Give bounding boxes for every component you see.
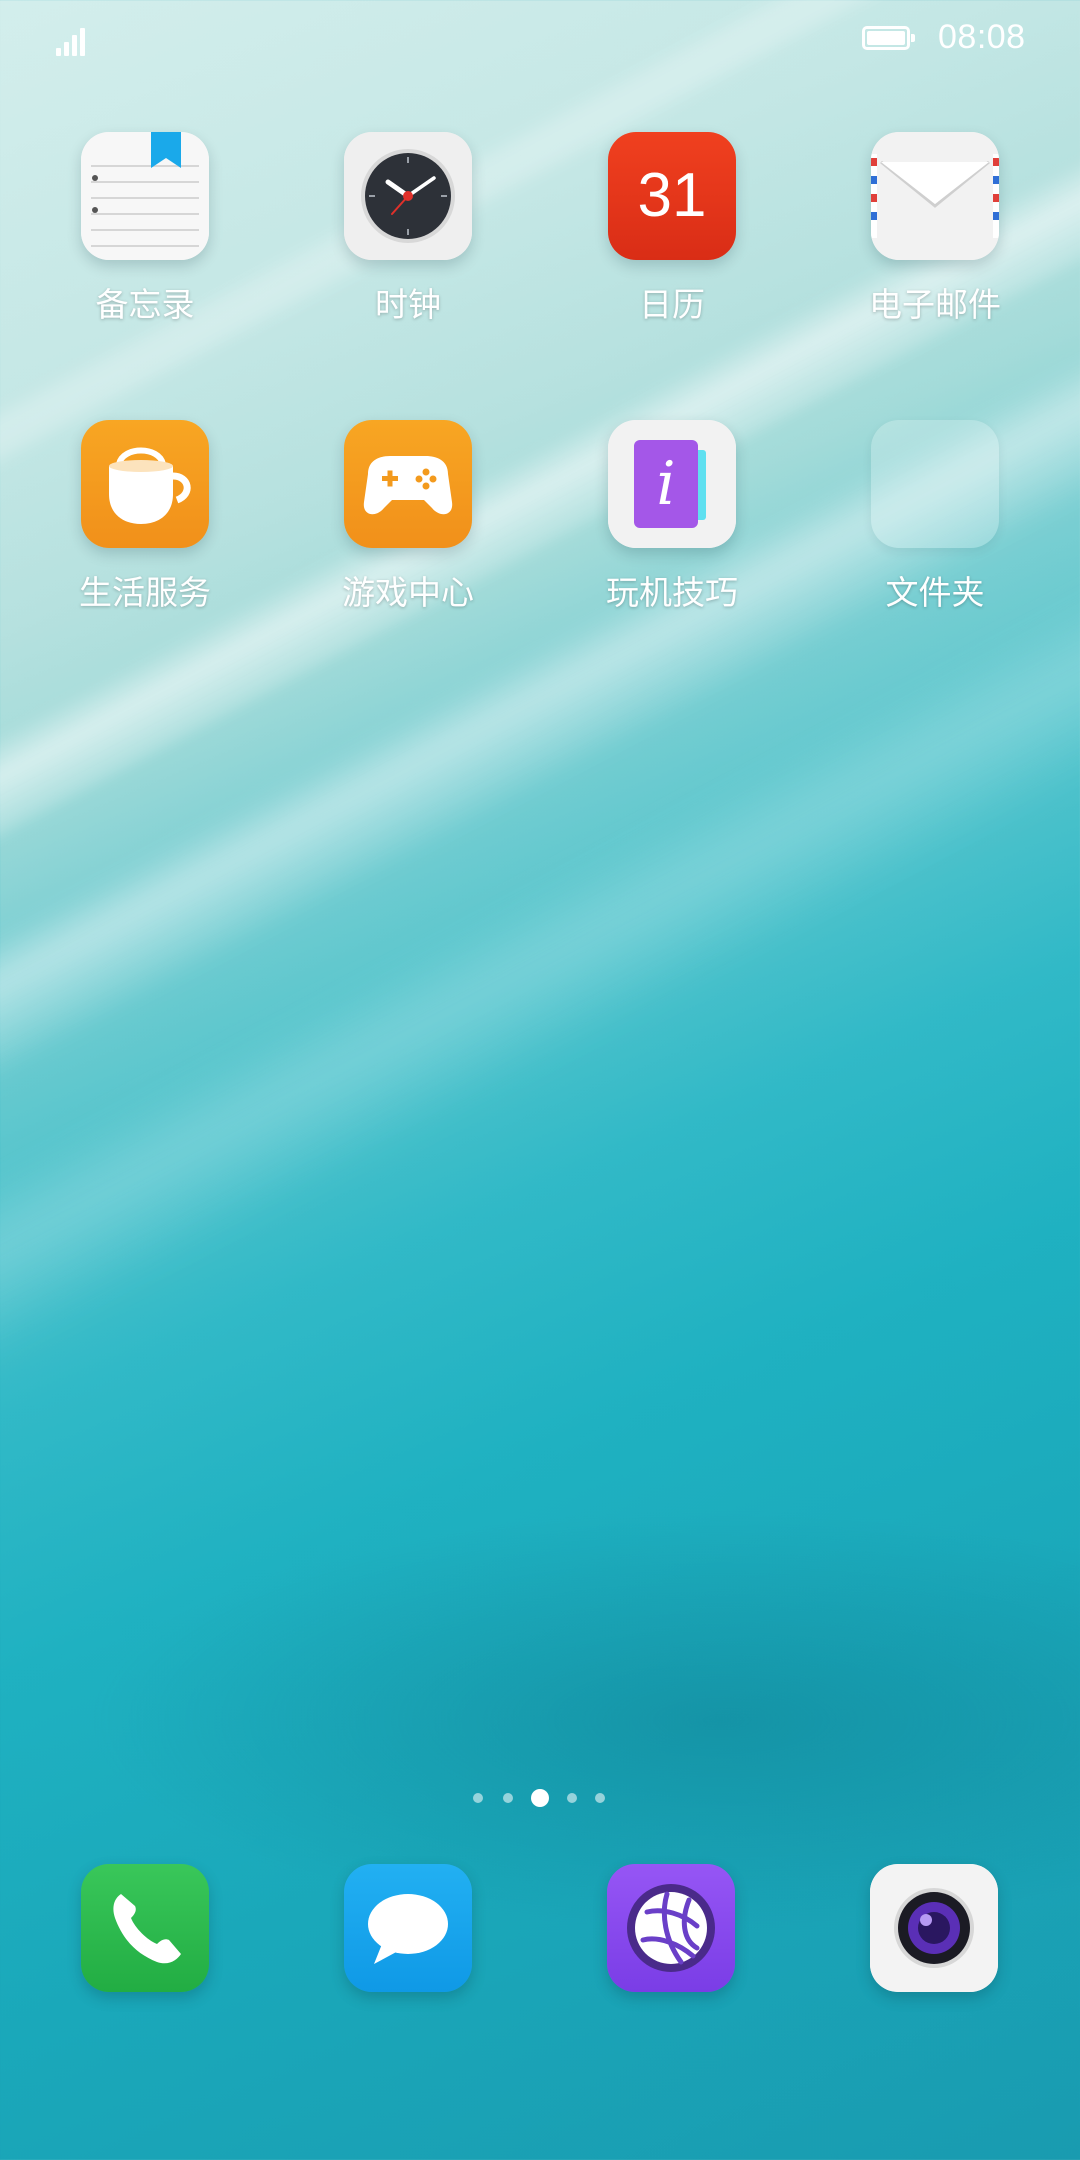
battery-level (867, 31, 905, 45)
gamepad-icon (344, 420, 472, 548)
app-calendar[interactable]: 31 日历 (572, 132, 772, 326)
app-label: 日历 (639, 285, 705, 324)
mail-icon (871, 132, 999, 260)
app-label: 玩机技巧 (606, 573, 738, 612)
messages-icon (344, 1864, 472, 1992)
page-dot-active[interactable] (531, 1789, 549, 1807)
tips-glyph: i (656, 449, 676, 519)
page-dot[interactable] (503, 1793, 513, 1803)
app-game-center[interactable]: 游戏中心 (308, 420, 508, 614)
app-label: 电子邮件 (869, 285, 1001, 324)
app-label: 游戏中心 (342, 573, 474, 612)
status-bar: 08:08 (0, 0, 1080, 80)
calendar-day: 31 (637, 161, 707, 230)
clock-icon (344, 132, 472, 260)
dock-phone[interactable] (81, 1864, 209, 1992)
wallpaper-foam (0, 194, 1080, 1146)
dock-camera[interactable] (870, 1864, 998, 1992)
app-life-services[interactable]: 生活服务 (45, 420, 245, 614)
notes-icon (81, 132, 209, 260)
app-folder[interactable]: 文件夹 (835, 420, 1035, 614)
app-label: 时钟 (375, 285, 441, 324)
signal-strength-icon (56, 24, 96, 56)
page-indicator (0, 1788, 1080, 1808)
page-dot[interactable] (473, 1793, 483, 1803)
browser-icon (607, 1864, 735, 1992)
dock-browser[interactable] (607, 1864, 735, 1992)
tips-icon: i (608, 420, 736, 548)
dock-messages[interactable] (344, 1864, 472, 1992)
page-dot[interactable] (595, 1793, 605, 1803)
app-email[interactable]: 电子邮件 (835, 132, 1035, 326)
app-notes[interactable]: 备忘录 (45, 132, 245, 326)
coffee-cup-icon (81, 420, 209, 548)
app-clock[interactable]: 时钟 (308, 132, 508, 326)
camera-icon (870, 1864, 998, 1992)
folder-icon (871, 420, 999, 548)
app-label: 文件夹 (885, 573, 985, 612)
app-tips[interactable]: i 玩机技巧 (572, 420, 772, 614)
calendar-icon: 31 (608, 132, 736, 260)
page-dot[interactable] (567, 1793, 577, 1803)
app-label: 生活服务 (79, 573, 211, 612)
app-label: 备忘录 (95, 285, 195, 324)
status-time: 08:08 (938, 18, 1026, 56)
battery-icon (862, 26, 918, 54)
phone-icon (81, 1864, 209, 1992)
